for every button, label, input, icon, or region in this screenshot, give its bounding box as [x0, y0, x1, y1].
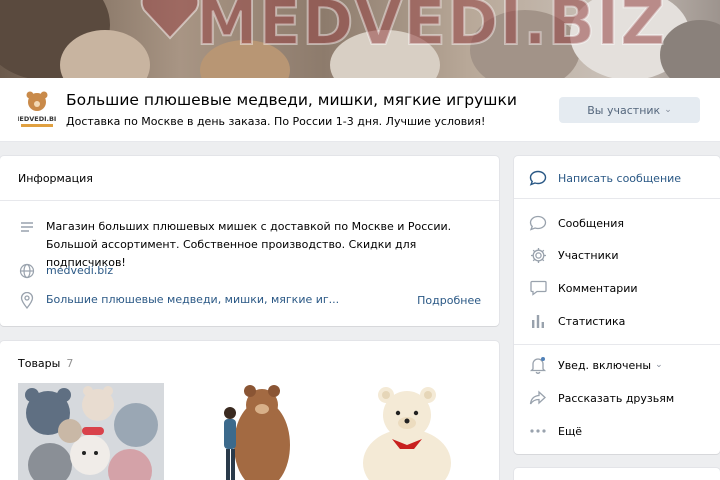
notifications-label: Увед. включены	[558, 358, 652, 372]
goods-count: 7	[66, 357, 74, 370]
avatar[interactable]: MEDVEDI.BIZ	[13, 88, 61, 130]
divider	[514, 198, 720, 199]
write-message-button[interactable]: Написать сообщение	[528, 168, 681, 188]
divider	[514, 344, 720, 345]
actions-card: Написать сообщение Сообщения Участники К…	[514, 156, 720, 454]
share-arrow-icon	[528, 388, 548, 408]
more-actions-label: Ещё	[558, 424, 583, 438]
group-header: MEDVEDI.BIZ Большие плюшевые медведи, ми…	[0, 78, 720, 142]
text-lines-icon	[18, 218, 36, 236]
goods-label: Товары	[18, 357, 61, 370]
sidebar-item-label: Сообщения	[558, 216, 625, 230]
sidebar-item-stats[interactable]: Статистика	[528, 311, 625, 331]
share-button[interactable]: Рассказать друзьям	[528, 388, 674, 408]
location-pin-icon	[18, 291, 36, 309]
sidebar-item-members[interactable]: Участники	[528, 245, 619, 265]
message-icon	[528, 213, 548, 233]
gear-icon	[528, 245, 548, 265]
write-message-label: Написать сообщение	[558, 171, 682, 185]
website-link[interactable]: medvedi.biz	[46, 262, 113, 280]
product-image[interactable]	[334, 383, 480, 480]
logo-heart-icon	[140, 0, 200, 40]
page-title: Большие плюшевые медведи, мишки, мягкие …	[66, 91, 517, 109]
info-address-row: Большие плюшевые медведи, мишки, мягкие …	[18, 291, 339, 309]
more-actions-button[interactable]: Ещё	[528, 421, 582, 441]
address-link[interactable]: Большие плюшевые медведи, мишки, мягкие …	[46, 291, 339, 309]
chevron-down-icon: ⌄	[655, 360, 663, 370]
notifications-toggle[interactable]: Увед. включены ⌄	[528, 355, 663, 375]
sidebar-item-label: Комментарии	[558, 281, 638, 295]
globe-icon	[18, 262, 36, 280]
member-button[interactable]: Вы участник ⌄	[559, 97, 700, 123]
product-image[interactable]	[176, 383, 322, 480]
comment-icon	[528, 278, 548, 298]
cover-image: MEDVEDI.BIZ	[0, 0, 720, 78]
sidebar-item-label: Статистика	[558, 314, 626, 328]
group-status: Доставка по Москве в день заказа. По Рос…	[66, 115, 486, 128]
product-image[interactable]	[18, 383, 164, 480]
sidebar-card-partial	[514, 468, 720, 480]
info-card: Информация Магазин больших плюшевых мише…	[0, 156, 499, 326]
divider	[0, 200, 499, 201]
more-dots-icon	[528, 421, 548, 441]
stats-icon	[528, 311, 548, 331]
bell-icon	[528, 355, 548, 375]
share-label: Рассказать друзьям	[558, 391, 675, 405]
sidebar-item-comments[interactable]: Комментарии	[528, 278, 638, 298]
info-title: Информация	[18, 172, 93, 185]
more-link[interactable]: Подробнее	[417, 294, 481, 307]
info-website-row: medvedi.biz	[18, 262, 113, 280]
goods-title: Товары 7	[18, 357, 73, 370]
member-button-label: Вы участник	[587, 103, 661, 117]
message-bubble-icon	[528, 168, 548, 188]
chevron-down-icon: ⌄	[664, 105, 672, 115]
sidebar-item-messages[interactable]: Сообщения	[528, 213, 624, 233]
avatar-text: MEDVEDI.BIZ	[18, 115, 56, 123]
sidebar-item-label: Участники	[558, 248, 619, 262]
cover-logo-text: MEDVEDI.BIZ	[195, 0, 667, 60]
